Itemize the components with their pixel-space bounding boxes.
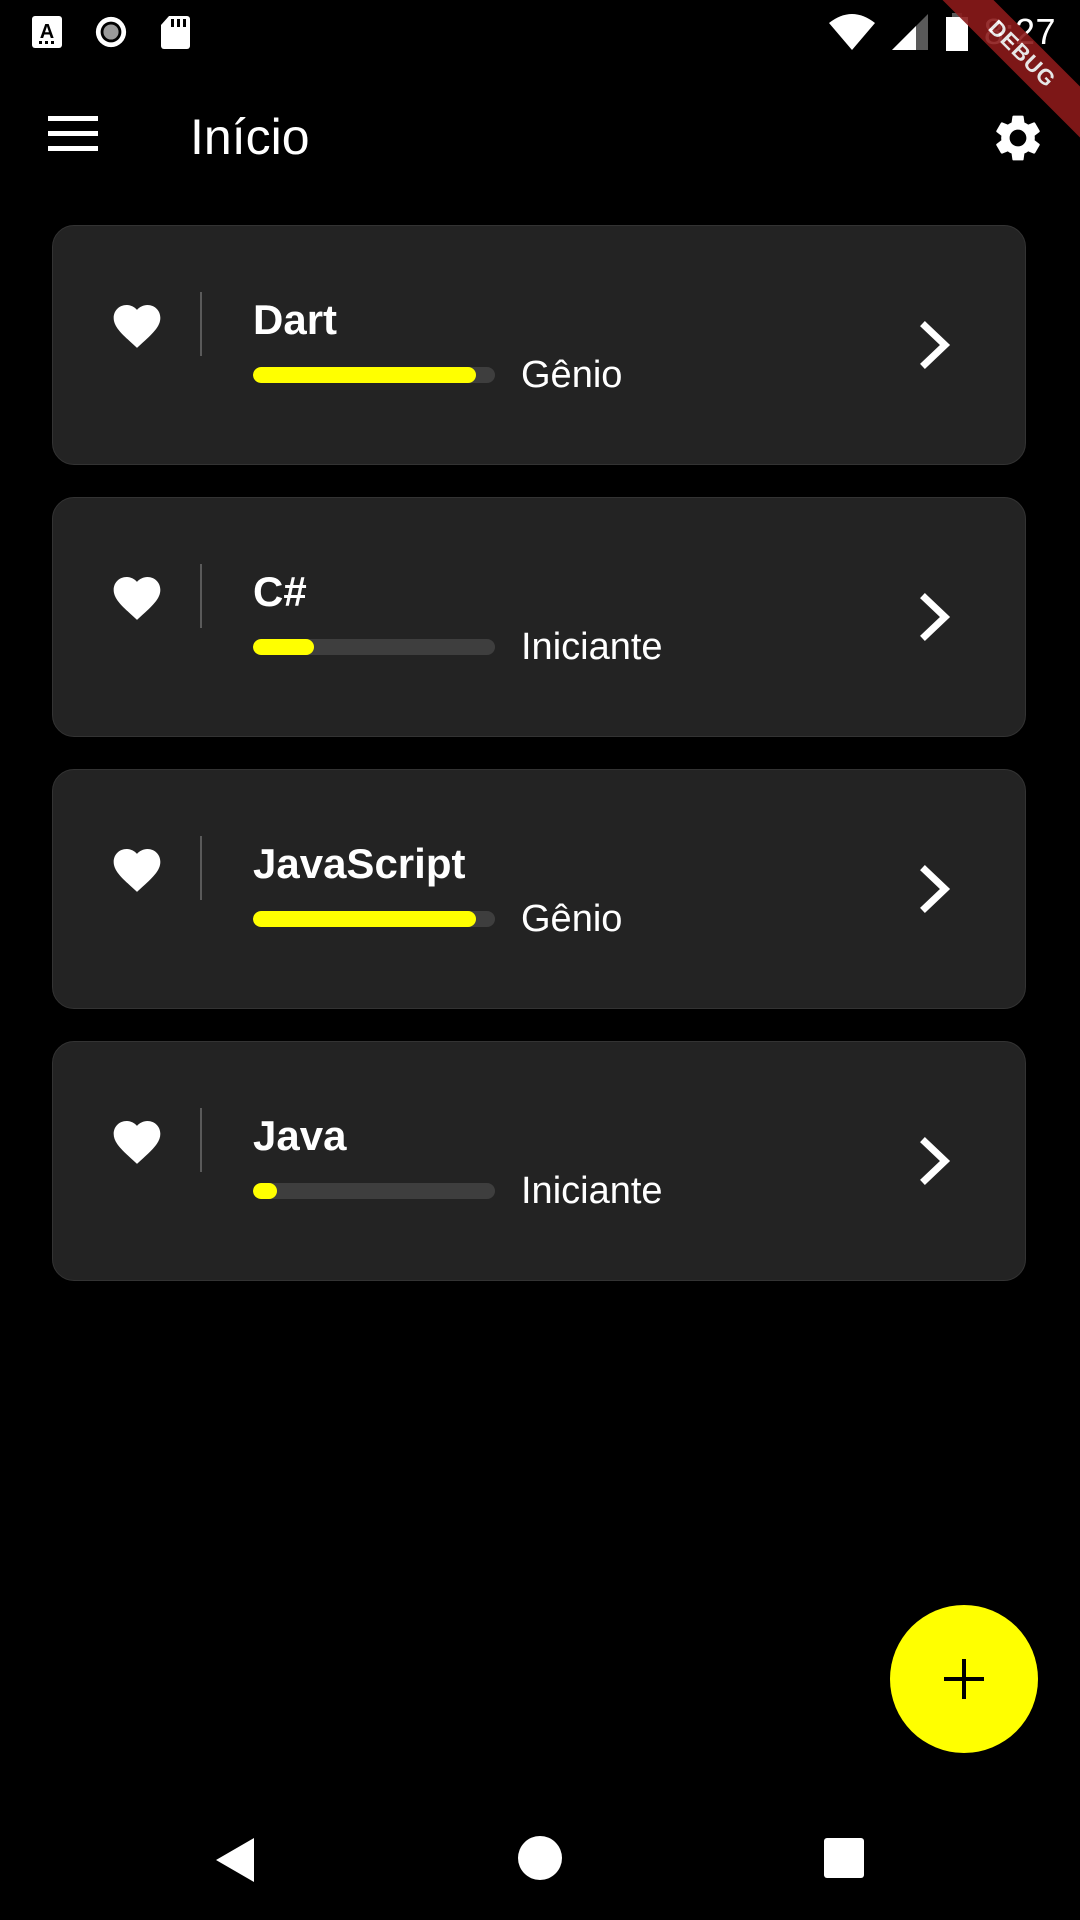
home-icon[interactable] [518, 1836, 562, 1880]
menu-icon [48, 116, 98, 151]
recents-icon[interactable] [824, 1838, 864, 1878]
progress-bar [253, 911, 495, 927]
back-icon[interactable] [214, 1836, 258, 1884]
page-title: Início [190, 109, 310, 165]
card-list: Dart Gênio C# Iniciante JavaScript Gênio… [52, 225, 1028, 1313]
progress-bar [253, 367, 495, 383]
accessibility-icon: A [32, 16, 62, 48]
progress-fill [253, 911, 476, 927]
heart-icon[interactable] [109, 842, 165, 898]
sd-card-icon [161, 16, 190, 49]
heart-icon[interactable] [109, 570, 165, 626]
level-label: Gênio [521, 354, 623, 396]
card-divider [200, 564, 202, 628]
svg-text:A: A [40, 21, 54, 43]
gear-icon [996, 115, 1040, 161]
battery-icon [945, 13, 968, 51]
card-divider [200, 292, 202, 356]
level-label: Iniciante [521, 1170, 663, 1212]
chevron-right-icon[interactable] [917, 864, 953, 914]
heart-icon[interactable] [109, 298, 165, 354]
settings-button[interactable] [986, 106, 1050, 170]
app-bar: Início [0, 64, 1080, 212]
progress-fill [253, 1183, 278, 1199]
status-time: 8:27 [983, 11, 1056, 52]
wifi-icon [828, 14, 875, 50]
plus-icon [944, 1659, 984, 1699]
card-title: JavaScript [253, 840, 466, 887]
list-item[interactable]: Dart Gênio [52, 225, 1026, 465]
card-divider [200, 1108, 202, 1172]
list-item[interactable]: Java Iniciante [52, 1041, 1026, 1281]
status-left-icons: A [30, 12, 192, 52]
progress-fill [253, 367, 476, 383]
navigation-bar [0, 1790, 1080, 1920]
list-item[interactable]: C# Iniciante [52, 497, 1026, 737]
progress-bar [253, 639, 495, 655]
level-label: Gênio [521, 898, 623, 940]
chevron-right-icon[interactable] [917, 1136, 953, 1186]
status-right-icons: 8:27 [828, 10, 1056, 54]
signal-icon [891, 14, 928, 50]
card-divider [200, 836, 202, 900]
chevron-right-icon[interactable] [917, 592, 953, 642]
status-bar: A 8:27 [0, 0, 1080, 64]
card-title: C# [253, 568, 307, 615]
heart-icon[interactable] [109, 1114, 165, 1170]
progress-bar [253, 1183, 495, 1199]
list-item[interactable]: JavaScript Gênio [52, 769, 1026, 1009]
progress-fill [253, 639, 314, 655]
card-title: Java [253, 1112, 347, 1159]
card-title: Dart [253, 296, 338, 343]
menu-button[interactable] [44, 112, 102, 156]
level-label: Iniciante [521, 626, 663, 668]
record-icon [95, 16, 127, 48]
add-button[interactable] [890, 1605, 1038, 1753]
chevron-right-icon[interactable] [917, 320, 953, 370]
